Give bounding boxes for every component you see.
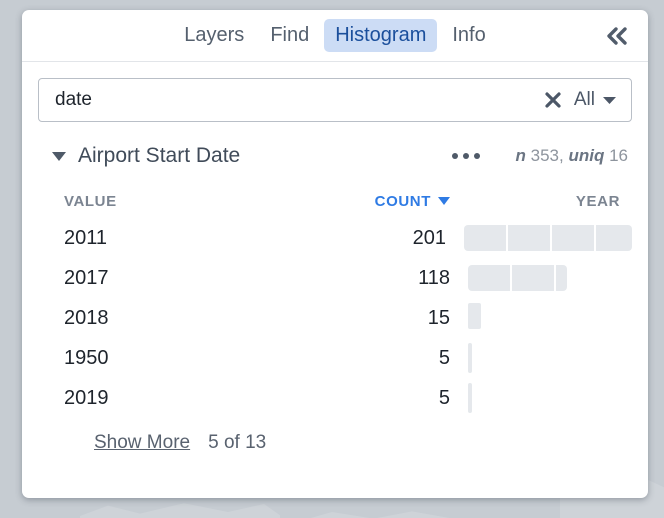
bar-segment bbox=[468, 303, 481, 329]
table-rows: 2011 201 2017 118 2018 15 1950 5 2019 5 bbox=[38, 218, 632, 418]
row-value: 2019 bbox=[64, 386, 109, 409]
row-bar bbox=[464, 225, 632, 251]
bar-segment bbox=[508, 225, 550, 251]
tab-histogram[interactable]: Histogram bbox=[324, 19, 438, 52]
row-value: 2018 bbox=[64, 306, 109, 329]
row-bar bbox=[468, 343, 472, 373]
filter-scope-label: All bbox=[573, 89, 595, 110]
histogram-panel: Layers Find Histogram Info All bbox=[22, 10, 648, 498]
table-row[interactable]: 2019 5 bbox=[38, 378, 632, 418]
double-chevron-left-icon[interactable] bbox=[600, 19, 634, 53]
row-count: 15 bbox=[427, 306, 450, 329]
stats-n-label: n bbox=[515, 146, 526, 165]
show-more-button[interactable]: Show More bbox=[94, 432, 190, 454]
table-row[interactable]: 2011 201 bbox=[38, 218, 632, 258]
table-header-row: VALUE COUNT YEAR bbox=[38, 184, 632, 218]
column-header-count-label: COUNT bbox=[374, 192, 431, 210]
row-bar-cell bbox=[450, 258, 632, 298]
search-box[interactable]: All bbox=[38, 78, 632, 122]
stats-uniq-label: uniq bbox=[568, 146, 605, 165]
row-value: 1950 bbox=[64, 346, 109, 369]
row-bar bbox=[468, 303, 481, 333]
row-bar-cell bbox=[450, 338, 632, 378]
row-value: 2017 bbox=[64, 266, 109, 289]
map-landmass-shape bbox=[300, 511, 460, 518]
shown-of-total-label: 5 of 13 bbox=[208, 432, 267, 453]
column-header-count[interactable]: COUNT bbox=[338, 193, 450, 210]
bar-segment bbox=[468, 343, 472, 373]
tab-info[interactable]: Info bbox=[441, 19, 496, 52]
field-title: Airport Start Date bbox=[78, 144, 241, 167]
field-stats: n 353, uniq 16 bbox=[516, 146, 629, 166]
row-bar bbox=[468, 265, 567, 291]
close-x-icon[interactable] bbox=[540, 87, 566, 113]
bar-segment bbox=[464, 225, 506, 251]
bar-segment bbox=[596, 225, 632, 251]
table-row[interactable]: 2017 118 bbox=[38, 258, 632, 298]
caret-down-icon bbox=[602, 89, 617, 111]
tab-layers[interactable]: Layers bbox=[173, 19, 255, 52]
filter-scope-dropdown[interactable]: All bbox=[574, 89, 619, 111]
table-row[interactable]: 2018 15 bbox=[38, 298, 632, 338]
bar-segment bbox=[556, 265, 567, 291]
column-header-year[interactable]: YEAR bbox=[450, 193, 632, 210]
tab-list: Layers Find Histogram Info bbox=[173, 19, 496, 52]
search-input[interactable] bbox=[55, 89, 540, 111]
bar-segment bbox=[468, 383, 472, 413]
stats-uniq-value: 16 bbox=[609, 146, 628, 165]
row-bar-cell bbox=[450, 298, 632, 338]
table-footer: Show More 5 of 13 bbox=[22, 418, 648, 454]
row-count: 201 bbox=[412, 226, 446, 249]
column-header-value[interactable]: VALUE bbox=[38, 193, 338, 210]
caret-down-icon[interactable] bbox=[52, 151, 66, 161]
caret-down-icon bbox=[438, 197, 450, 205]
search-row: All bbox=[22, 62, 648, 122]
stats-n-value: 353 bbox=[530, 146, 559, 165]
row-bar-cell bbox=[446, 218, 632, 258]
row-value: 2011 bbox=[64, 226, 108, 249]
row-bar-cell bbox=[450, 378, 632, 418]
tab-find[interactable]: Find bbox=[259, 19, 320, 52]
bar-segment bbox=[552, 225, 594, 251]
row-count: 5 bbox=[438, 346, 450, 369]
field-header: Airport Start Date n 353, uniq 16 bbox=[22, 122, 648, 168]
bar-segment bbox=[468, 265, 510, 291]
table-row[interactable]: 1950 5 bbox=[38, 338, 632, 378]
row-bar bbox=[468, 383, 472, 413]
ellipsis-icon[interactable] bbox=[451, 153, 480, 159]
row-count: 118 bbox=[418, 266, 450, 289]
panel-tabbar: Layers Find Histogram Info bbox=[22, 10, 648, 62]
histogram-table: VALUE COUNT YEAR 2011 201 2017 118 2018 15 195… bbox=[22, 184, 648, 418]
row-count: 5 bbox=[438, 386, 450, 409]
bar-segment bbox=[512, 265, 554, 291]
